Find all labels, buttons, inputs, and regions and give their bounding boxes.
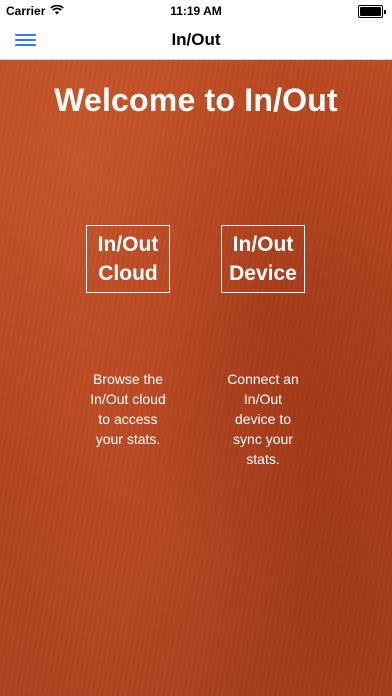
in-out-cloud-button[interactable]: In/Out Cloud: [86, 225, 170, 293]
welcome-heading: Welcome to In/Out: [54, 82, 338, 118]
cloud-button-line-1: In/Out: [97, 233, 159, 256]
device-button-line-1: In/Out: [232, 233, 294, 256]
device-button-line-2: Device: [229, 262, 297, 285]
device-desc-line: In/Out: [243, 391, 283, 407]
cloud-desc-line: to access: [98, 411, 158, 427]
in-out-device-button[interactable]: In/Out Device: [221, 225, 305, 293]
cloud-desc-line: In/Out cloud: [90, 391, 166, 407]
cloud-desc-line: your stats.: [95, 431, 161, 447]
cloud-desc-line: Browse the: [92, 371, 164, 387]
battery-icon: [358, 5, 383, 18]
cloud-button-line-2: Cloud: [98, 262, 158, 285]
device-desc-line: device to: [234, 411, 292, 427]
status-bar: Carrier 11:19 AM: [0, 0, 392, 20]
device-desc-line: stats.: [246, 451, 280, 467]
device-desc-line: sync your: [233, 431, 293, 447]
battery-cap: [384, 9, 386, 14]
navigation-bar: In/Out: [0, 20, 392, 60]
device-description: Connect an In/Out device to sync your st…: [213, 369, 313, 469]
cloud-description: Browse the In/Out cloud to access your s…: [78, 369, 178, 449]
nav-title: In/Out: [171, 30, 221, 49]
status-time: 11:19 AM: [170, 4, 222, 18]
device-desc-line: Connect an: [227, 371, 299, 387]
main-content: Welcome to In/Out In/Out Cloud In/Out De…: [0, 60, 392, 696]
status-right: [358, 5, 386, 18]
battery-level: [360, 7, 381, 16]
